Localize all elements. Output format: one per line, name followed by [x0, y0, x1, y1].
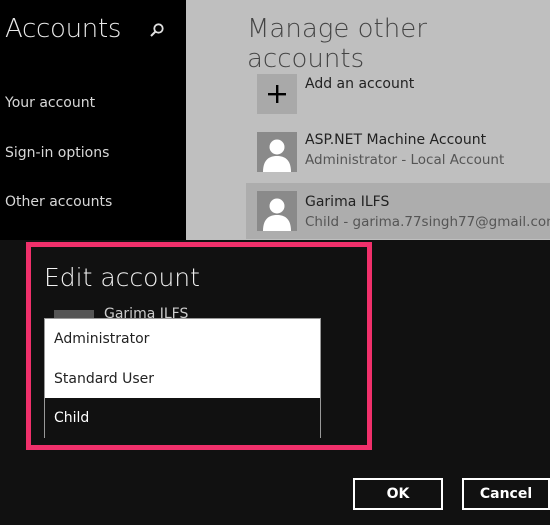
search-icon[interactable]: [149, 22, 165, 38]
nav-other-accounts[interactable]: Other accounts: [5, 194, 112, 210]
account-type-dropdown[interactable]: Administrator Standard User Child: [44, 318, 321, 438]
account-name: Garima ILFS: [305, 194, 390, 210]
option-standard-user[interactable]: Standard User: [45, 359, 320, 399]
account-item-selected[interactable]: Garima ILFS Child - garima.77singh77@gma…: [246, 183, 550, 239]
nav-sign-in-options[interactable]: Sign-in options: [5, 145, 109, 161]
add-account-label[interactable]: Add an account: [305, 76, 414, 92]
user-silhouette-icon: [257, 132, 297, 172]
dialog-title: Edit account: [44, 263, 200, 292]
add-account-button[interactable]: [257, 74, 297, 114]
option-child[interactable]: Child: [45, 398, 320, 438]
account-type: Child - garima.77singh77@gmail.com: [305, 214, 550, 230]
user-silhouette-icon: [257, 191, 297, 231]
nav-your-account[interactable]: Your account: [5, 95, 95, 111]
manage-accounts-panel: Manage other accounts Add an account ASP…: [186, 0, 550, 240]
account-name: ASP.NET Machine Account: [305, 132, 487, 148]
ok-button[interactable]: OK: [353, 478, 443, 510]
avatar: [257, 132, 297, 172]
avatar: [257, 191, 297, 231]
cancel-button[interactable]: Cancel: [462, 478, 550, 510]
page-title: Accounts: [5, 14, 122, 44]
account-item[interactable]: ASP.NET Machine Account Administrator - …: [246, 128, 550, 184]
plus-icon: [268, 85, 286, 103]
section-title: Manage other accounts: [247, 14, 427, 74]
accounts-nav-panel: Accounts Your account Sign-in options Ot…: [0, 0, 186, 240]
account-type: Administrator - Local Account: [305, 152, 505, 168]
option-administrator[interactable]: Administrator: [45, 319, 320, 359]
